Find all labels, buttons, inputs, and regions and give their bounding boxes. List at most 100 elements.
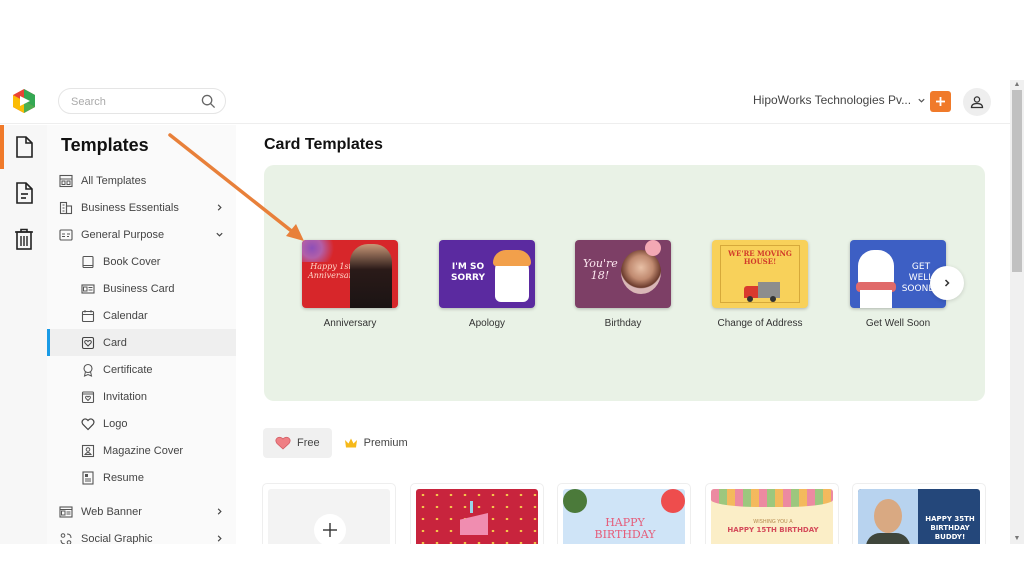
template-card[interactable]: HAPPY BIRTHDAY bbox=[557, 483, 691, 544]
sidebar-item-label: Book Cover bbox=[103, 255, 161, 268]
sidebar-item-label: Magazine Cover bbox=[103, 444, 184, 457]
organization-name: HipoWorks Technologies Pv... bbox=[753, 93, 912, 107]
add-button[interactable] bbox=[930, 91, 951, 112]
sidebar-item-label: Business Essentials bbox=[81, 201, 179, 214]
category-label: Get Well Soon bbox=[865, 318, 931, 329]
banner-icon bbox=[59, 505, 73, 518]
rail-item-trash[interactable] bbox=[0, 217, 47, 261]
sidebar-item-social-graphic[interactable]: Social Graphic bbox=[47, 525, 236, 544]
sidebar-item-label: Web Banner bbox=[81, 505, 142, 518]
category-change-of-address[interactable]: WE'RE MOVING HOUSE! Change of Address bbox=[712, 240, 808, 329]
file-text-icon bbox=[15, 182, 33, 204]
category-carousel: Happy 1st Anniversary Anniversary I'M SO… bbox=[264, 165, 985, 401]
rail-item-templates[interactable] bbox=[0, 125, 47, 169]
sidebar-item-all-templates[interactable]: All Templates bbox=[47, 167, 236, 194]
add-card-button[interactable] bbox=[314, 514, 346, 544]
template-card[interactable] bbox=[410, 483, 544, 544]
scroll-up-arrow[interactable]: ▲ bbox=[1013, 81, 1021, 89]
sidebar-item-label: Resume bbox=[103, 471, 144, 484]
category-label: Anniversary bbox=[323, 318, 377, 329]
thumbnail-text: You're 18! bbox=[583, 257, 618, 282]
filter-premium[interactable]: Premium bbox=[332, 428, 420, 458]
chevron-right-icon bbox=[217, 204, 222, 211]
calendar-icon bbox=[81, 309, 95, 322]
template-thumbnail: WISHING YOU A HAPPY 15TH BIRTHDAY bbox=[711, 489, 833, 544]
heart-icon bbox=[275, 436, 291, 450]
carousel-next-button[interactable] bbox=[930, 266, 964, 300]
app-logo[interactable] bbox=[11, 88, 37, 114]
sidebar-item-calendar[interactable]: Calendar bbox=[47, 302, 236, 329]
thumbnail-text: I'M SO SORRY bbox=[450, 262, 486, 283]
sidebar-item-business-essentials[interactable]: Business Essentials bbox=[47, 194, 236, 221]
sidebar-item-logo[interactable]: Logo bbox=[47, 410, 236, 437]
search-icon[interactable] bbox=[201, 94, 216, 109]
filter-label: Premium bbox=[363, 437, 408, 449]
sidebar-item-label: Social Graphic bbox=[81, 532, 153, 545]
category-apology[interactable]: I'M SO SORRY Apology bbox=[439, 240, 535, 329]
sidebar-item-business-card[interactable]: Business Card bbox=[47, 275, 236, 302]
search-input[interactable] bbox=[71, 93, 191, 111]
chevron-down-icon bbox=[918, 98, 925, 103]
template-thumbnail: HAPPY 35TH BIRTHDAY BUDDY! bbox=[858, 489, 980, 544]
sidebar-item-label: Card bbox=[103, 336, 127, 349]
scroll-down-arrow[interactable]: ▼ bbox=[1013, 535, 1021, 543]
sidebar-item-label: General Purpose bbox=[81, 228, 165, 241]
category-thumbnail: You're 18! bbox=[575, 240, 671, 308]
thumbnail-text: Happy 1st Anniversary bbox=[308, 262, 357, 280]
category-anniversary[interactable]: Happy 1st Anniversary Anniversary bbox=[302, 240, 398, 329]
thumbnail-text: WE'RE MOVING HOUSE! bbox=[728, 249, 792, 266]
user-avatar[interactable] bbox=[963, 88, 991, 116]
category-thumbnail: I'M SO SORRY bbox=[439, 240, 535, 308]
template-card[interactable]: HAPPY 35TH BIRTHDAY BUDDY! bbox=[852, 483, 986, 544]
sign-icon bbox=[59, 228, 73, 241]
rail-item-documents[interactable] bbox=[0, 171, 47, 215]
templates-sidebar: Templates All Templates Business Essenti… bbox=[47, 125, 236, 544]
sidebar-item-label: Calendar bbox=[103, 309, 148, 322]
chevron-right-icon bbox=[217, 535, 222, 542]
sidebar-item-book-cover[interactable]: Book Cover bbox=[47, 248, 236, 275]
scroll-thumb[interactable] bbox=[1012, 90, 1022, 272]
left-rail bbox=[0, 125, 47, 544]
building-icon bbox=[59, 201, 73, 214]
category-thumbnail: WE'RE MOVING HOUSE! bbox=[712, 240, 808, 308]
plus-icon bbox=[323, 523, 337, 537]
trash-icon bbox=[14, 228, 33, 250]
sidebar-item-web-banner[interactable]: Web Banner bbox=[47, 498, 236, 525]
chevron-right-icon bbox=[944, 279, 950, 287]
search-box[interactable] bbox=[58, 88, 226, 114]
sidebar-item-certificate[interactable]: Certificate bbox=[47, 356, 236, 383]
template-card[interactable]: WISHING YOU A HAPPY 15TH BIRTHDAY bbox=[705, 483, 839, 544]
category-label: Apology bbox=[468, 318, 506, 329]
thumbnail-subtext: WISHING YOU A bbox=[753, 519, 793, 525]
thumbnail-text: HAPPY 15TH BIRTHDAY bbox=[727, 526, 819, 534]
resume-icon bbox=[82, 470, 94, 485]
template-thumbnail bbox=[416, 489, 538, 544]
sidebar-item-resume[interactable]: Resume bbox=[47, 464, 236, 491]
sidebar-item-invitation[interactable]: Invitation bbox=[47, 383, 236, 410]
sidebar-item-label: All Templates bbox=[81, 174, 147, 187]
blank-thumbnail bbox=[268, 489, 390, 544]
new-blank-card[interactable] bbox=[262, 483, 396, 544]
crown-icon bbox=[344, 438, 357, 448]
chevron-down-icon bbox=[216, 232, 223, 237]
category-birthday[interactable]: You're 18! Birthday bbox=[575, 240, 671, 329]
book-icon bbox=[82, 255, 94, 268]
social-icon bbox=[60, 532, 72, 544]
id-card-icon bbox=[81, 283, 95, 294]
page-scrollbar[interactable]: ▲ ▼ bbox=[1010, 80, 1024, 544]
page-title: Card Templates bbox=[264, 136, 383, 153]
app-window: HipoWorks Technologies Pv... Templates bbox=[0, 80, 1024, 544]
thumbnail-text: HAPPY BIRTHDAY bbox=[594, 516, 656, 541]
sidebar-item-general-purpose[interactable]: General Purpose bbox=[47, 221, 236, 248]
organization-dropdown[interactable]: HipoWorks Technologies Pv... bbox=[753, 93, 926, 107]
template-grid: HAPPY BIRTHDAY WISHING YOU A HAPPY 15TH … bbox=[262, 483, 992, 544]
filter-free[interactable]: Free bbox=[263, 428, 332, 458]
heart-card-icon bbox=[81, 336, 95, 349]
sidebar-title: Templates bbox=[61, 135, 149, 155]
invitation-icon bbox=[81, 390, 95, 403]
filter-label: Free bbox=[297, 437, 320, 449]
magazine-icon bbox=[81, 444, 95, 457]
sidebar-item-card[interactable]: Card bbox=[47, 329, 236, 356]
user-icon bbox=[970, 96, 984, 109]
sidebar-item-magazine-cover[interactable]: Magazine Cover bbox=[47, 437, 236, 464]
